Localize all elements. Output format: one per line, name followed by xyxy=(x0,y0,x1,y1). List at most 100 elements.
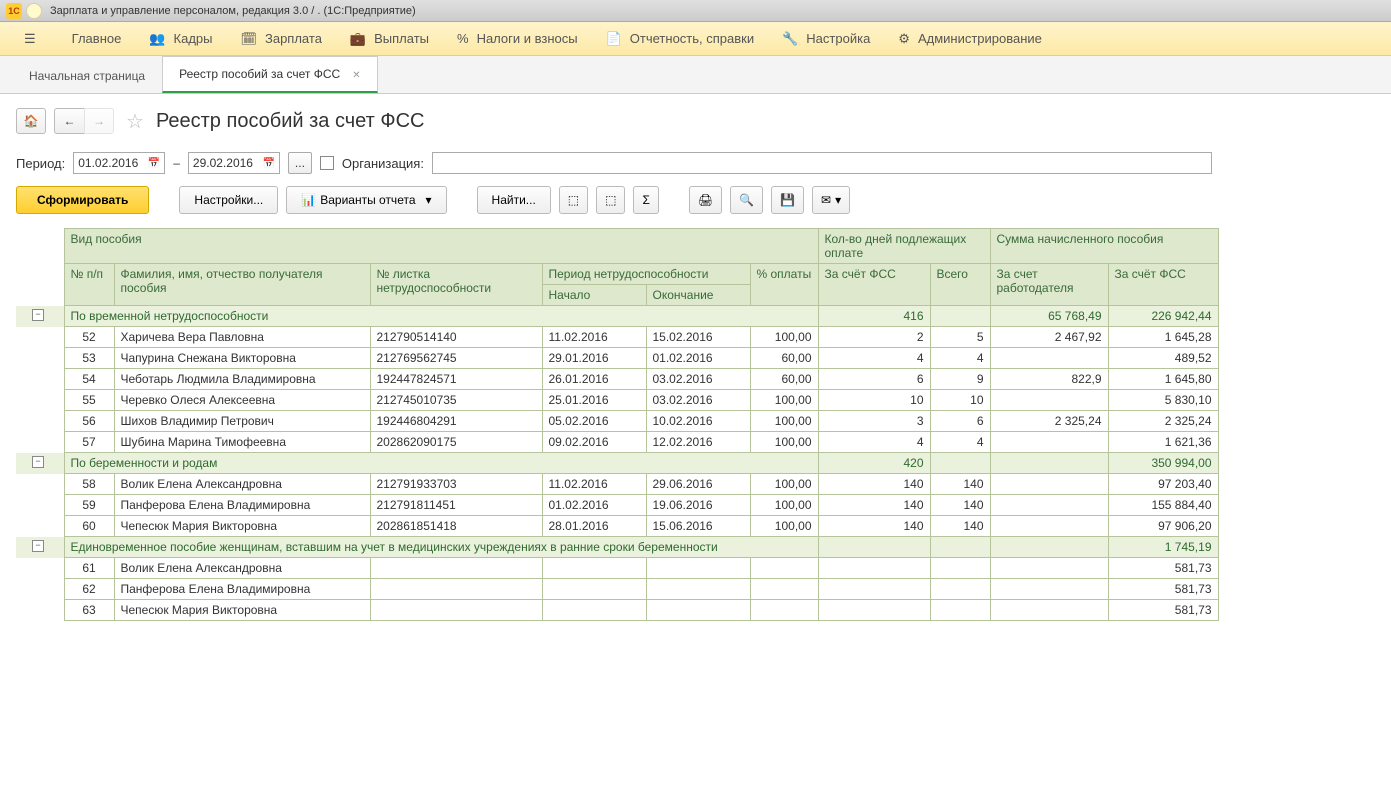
cell-np: 61 xyxy=(64,558,114,579)
menu-label: Отчетность, справки xyxy=(630,31,754,46)
button-label: Настройки... xyxy=(194,193,263,207)
group-days-total xyxy=(930,453,990,474)
table-row[interactable]: 53 Чапурина Снежана Викторовна 212769562… xyxy=(16,348,1218,369)
cell-sfss: 1 621,36 xyxy=(1108,432,1218,453)
cell-fio: Чеботарь Людмила Владимировна xyxy=(114,369,370,390)
table-row[interactable]: 55 Черевко Олеся Алексеевна 212745010735… xyxy=(16,390,1218,411)
collapse-button[interactable]: ⬚ xyxy=(596,186,625,214)
arrow-left-icon: ← xyxy=(64,114,76,128)
group-row[interactable]: − Единовременное пособие женщинам, встав… xyxy=(16,537,1218,558)
cell-semp xyxy=(990,474,1108,495)
menu-zarplata[interactable]: 🗓Зарплата xyxy=(226,22,335,55)
home-button[interactable]: 🏠 xyxy=(16,108,46,134)
cell-dfss: 140 xyxy=(818,516,930,537)
group-days-total xyxy=(930,537,990,558)
table-row[interactable]: 52 Харичева Вера Павловна 212790514140 1… xyxy=(16,327,1218,348)
print-button[interactable]: 🖨 xyxy=(689,186,722,214)
table-row[interactable]: 60 Чепесюк Мария Викторовна 202861851418… xyxy=(16,516,1218,537)
org-checkbox[interactable] xyxy=(320,156,334,170)
report-area: Вид пособия Кол-во дней подлежащих оплат… xyxy=(0,222,1391,627)
forward-button[interactable]: → xyxy=(84,108,114,134)
collapse-icon[interactable]: − xyxy=(32,309,44,321)
menu-admin[interactable]: ⚙Администрирование xyxy=(884,22,1056,55)
cell-pct: 100,00 xyxy=(750,495,818,516)
menu-nalogi[interactable]: %Налоги и взносы xyxy=(443,22,592,55)
table-row[interactable]: 57 Шубина Марина Тимофеевна 202862090175… xyxy=(16,432,1218,453)
hdr-period: Период нетрудоспособности xyxy=(542,264,750,285)
calendar-icon[interactable]: 📅 xyxy=(148,158,160,169)
org-input[interactable] xyxy=(432,152,1212,174)
group-title: По временной нетрудоспособности xyxy=(64,306,818,327)
table-row[interactable]: 62 Панферова Елена Владимировна 581,73 xyxy=(16,579,1218,600)
cell-list: 212769562745 xyxy=(370,348,542,369)
date-from-input[interactable]: 01.02.2016📅 xyxy=(73,152,165,174)
back-button[interactable]: ← xyxy=(54,108,84,134)
table-row[interactable]: 58 Волик Елена Александровна 21279193370… xyxy=(16,474,1218,495)
menu-main[interactable]: Главное xyxy=(58,22,136,55)
collapse-icon[interactable]: − xyxy=(32,456,44,468)
email-button[interactable]: ✉▾ xyxy=(812,186,850,214)
home-icon: 🏠 xyxy=(24,114,39,128)
dropdown-icon[interactable] xyxy=(26,3,42,19)
preview-button[interactable]: 🔍 xyxy=(730,186,763,214)
cell-start: 28.01.2016 xyxy=(542,516,646,537)
cell-sfss: 581,73 xyxy=(1108,579,1218,600)
cell-pct: 100,00 xyxy=(750,474,818,495)
find-button[interactable]: Найти... xyxy=(477,186,551,214)
cell-dtot: 9 xyxy=(930,369,990,390)
tab-report[interactable]: Реестр пособий за счет ФСС ✕ xyxy=(162,56,378,93)
favorite-button[interactable]: ☆ xyxy=(126,109,144,134)
table-row[interactable]: 63 Чепесюк Мария Викторовна 581,73 xyxy=(16,600,1218,621)
group-title: По беременности и родам xyxy=(64,453,818,474)
settings-button[interactable]: Настройки... xyxy=(179,186,278,214)
expand-button[interactable]: ⬚ xyxy=(559,186,588,214)
menu-burger[interactable]: ☰ xyxy=(10,22,58,55)
save-button[interactable]: 💾 xyxy=(771,186,804,214)
menu-vyplaty[interactable]: 💼Выплаты xyxy=(336,22,443,55)
cell-dtot: 140 xyxy=(930,474,990,495)
gear-icon: ⚙ xyxy=(898,31,910,47)
cell-dtot xyxy=(930,558,990,579)
group-row[interactable]: − По беременности и родам 420 350 994,00 xyxy=(16,453,1218,474)
cell-pct xyxy=(750,579,818,600)
table-row[interactable]: 56 Шихов Владимир Петрович 192446804291 … xyxy=(16,411,1218,432)
cell-dfss: 3 xyxy=(818,411,930,432)
variants-button[interactable]: 📊Варианты отчета▾ xyxy=(286,186,446,214)
period-picker-button[interactable]: ... xyxy=(288,152,312,174)
cell-dfss: 2 xyxy=(818,327,930,348)
group-days-fss: 420 xyxy=(818,453,930,474)
menu-kadry[interactable]: 👥Кадры xyxy=(135,22,226,55)
table-row[interactable]: 54 Чеботарь Людмила Владимировна 1924478… xyxy=(16,369,1218,390)
filter-row: Период: 01.02.2016📅 – 29.02.2016📅 ... Ор… xyxy=(0,148,1391,178)
hdr-days-total: Всего xyxy=(930,264,990,306)
cell-pct xyxy=(750,558,818,579)
table-row[interactable]: 61 Волик Елена Александровна 581,73 xyxy=(16,558,1218,579)
page-title: Реестр пособий за счет ФСС xyxy=(156,110,425,133)
cell-end: 03.02.2016 xyxy=(646,390,750,411)
tab-label: Реестр пособий за счет ФСС xyxy=(179,67,340,81)
menu-otchet[interactable]: 📄Отчетность, справки xyxy=(592,22,769,55)
form-button[interactable]: Сформировать xyxy=(16,186,149,214)
collapse-icon[interactable]: − xyxy=(32,540,44,552)
cell-list: 212791811451 xyxy=(370,495,542,516)
cell-sfss: 1 645,28 xyxy=(1108,327,1218,348)
group-sum-fss: 350 994,00 xyxy=(1108,453,1218,474)
close-icon[interactable]: ✕ xyxy=(352,70,360,81)
hdr-sum: Сумма начисленного пособия xyxy=(990,229,1218,264)
menu-label: Налоги и взносы xyxy=(477,31,578,46)
cell-dfss: 140 xyxy=(818,495,930,516)
cell-semp xyxy=(990,495,1108,516)
cell-start: 29.01.2016 xyxy=(542,348,646,369)
tab-home[interactable]: Начальная страница xyxy=(12,58,162,93)
cell-list: 202862090175 xyxy=(370,432,542,453)
save-icon: 💾 xyxy=(780,193,795,207)
calendar-icon[interactable]: 📅 xyxy=(262,158,274,169)
menu-nastroyka[interactable]: 🔧Настройка xyxy=(768,22,884,55)
group-days-fss xyxy=(818,537,930,558)
table-row[interactable]: 59 Панферова Елена Владимировна 21279181… xyxy=(16,495,1218,516)
group-row[interactable]: − По временной нетрудоспособности 416 65… xyxy=(16,306,1218,327)
variants-icon: 📊 xyxy=(301,193,316,207)
sum-button[interactable]: Σ xyxy=(633,186,658,214)
wrench-icon: 🔧 xyxy=(782,31,798,47)
date-to-input[interactable]: 29.02.2016📅 xyxy=(188,152,280,174)
